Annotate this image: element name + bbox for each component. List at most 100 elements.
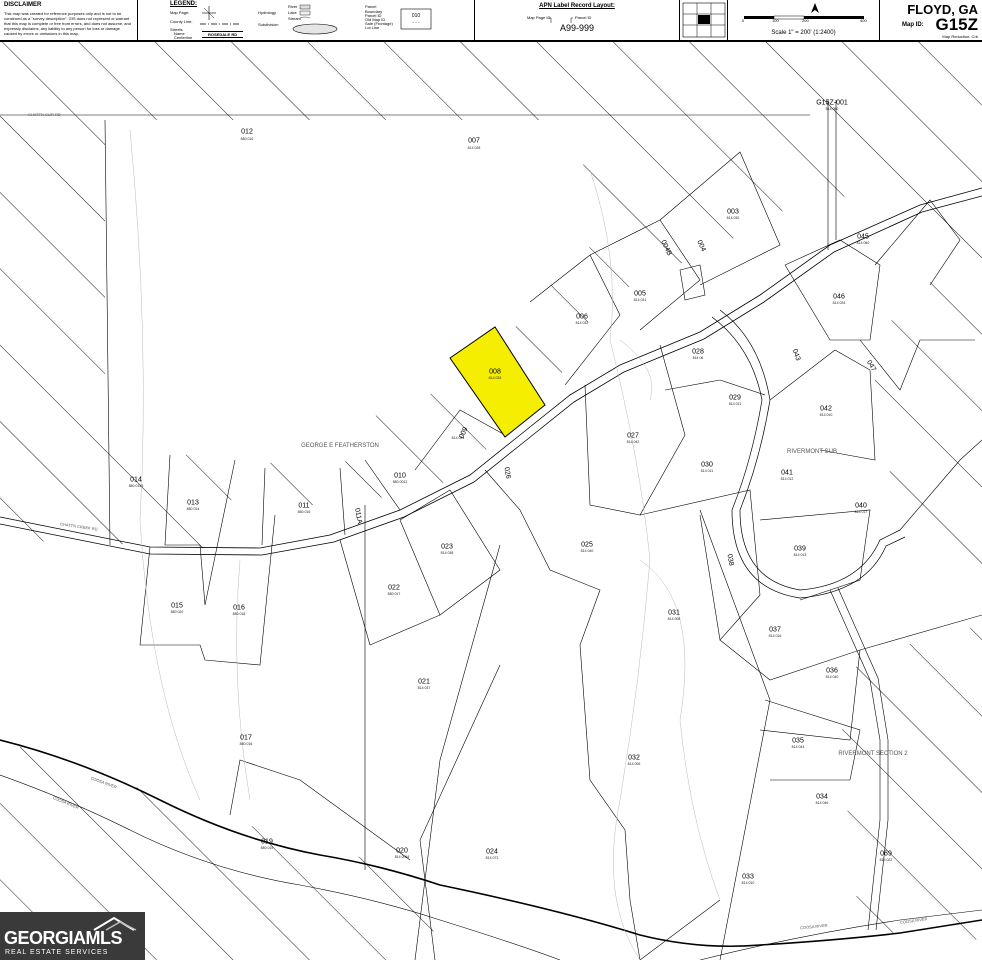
- subdivision-label: Subdivision: [258, 22, 279, 27]
- parcel-sublabel: 814 040: [580, 549, 594, 553]
- parcel-sublabel: 814 080: [825, 107, 839, 111]
- parcel-sublabel: 814 011: [700, 469, 714, 473]
- legend-title: LEGEND:: [170, 1, 197, 7]
- legend-street-sample: ROSEDALE RD: [202, 31, 244, 38]
- map-id-box: FLOYD, GA Map ID: G15Z Map Reduction: Cr…: [880, 0, 982, 40]
- hydrology-label: Hydrology: [258, 10, 277, 15]
- parcel-sublabel: 814 016: [768, 634, 782, 638]
- parcel-label-selected[interactable]: 008: [489, 369, 501, 376]
- map-reduction: Map Reduction: Crb: [942, 34, 978, 39]
- parcel-label[interactable]: 036: [826, 668, 838, 675]
- parcel-sublabel: 814 028: [467, 146, 481, 150]
- parcel-sublabel: 814 0054: [394, 855, 410, 859]
- parcel-label[interactable]: 006: [576, 314, 588, 321]
- parcel-label[interactable]: 033: [742, 874, 754, 881]
- parcel-sublabel: 814 038: [440, 551, 454, 555]
- parcel-sublabel: 814 046: [815, 801, 829, 805]
- parcel-label[interactable]: 028: [692, 349, 704, 356]
- parcel-sublabel: 880 014: [186, 507, 200, 511]
- parcel-sublabel: 880 0012: [392, 480, 408, 484]
- parcel-label[interactable]: 007: [468, 138, 480, 145]
- parcel-sublabel: 814 012: [780, 477, 794, 481]
- parcel-sublabel: 814 060: [856, 241, 870, 245]
- parcel-label[interactable]: 022: [388, 585, 400, 592]
- parcel-label[interactable]: 013: [187, 500, 199, 507]
- parcel-label[interactable]: 046: [833, 294, 845, 301]
- parcel-label[interactable]: 042: [820, 406, 832, 413]
- map-header: DISCLAIMER This map was created for refe…: [0, 0, 982, 42]
- parcel-label[interactable]: 014: [130, 477, 142, 484]
- parcel-area: [105, 120, 365, 465]
- legend-county-line: County Line:: [170, 19, 193, 24]
- scale-box: 0 100 200 400 Scale 1" = 200' (1:2400): [728, 0, 880, 40]
- scale-tick-400: 400: [860, 18, 867, 23]
- parcel-sublabel: 814 031: [633, 298, 647, 302]
- area-label: RIVERMONT SECTION 2: [838, 751, 908, 757]
- parcel-label[interactable]: 034: [816, 794, 828, 801]
- hydrology-lake: Lake: [288, 10, 297, 15]
- parcel-label[interactable]: 005: [634, 291, 646, 298]
- parcel-label[interactable]: 017: [240, 735, 252, 742]
- parcel-map-canvas: [0, 40, 982, 960]
- parcel-label[interactable]: 040: [855, 503, 867, 510]
- parcel-sublabel: 880 019: [260, 846, 274, 850]
- parcel-sublabel: 814 010: [741, 881, 755, 885]
- legend-box: LEGEND: Map Page: County Line: Streets N…: [138, 0, 475, 40]
- disclaimer-title: DISCLAIMER: [4, 2, 42, 8]
- index-grid-icon: [682, 2, 726, 38]
- parcel-sublabel: 880 0145: [128, 484, 144, 488]
- parcel-label[interactable]: 045: [857, 234, 869, 241]
- parcel-sublabel: 814 022: [879, 858, 893, 862]
- parcel-label[interactable]: 031: [668, 610, 680, 617]
- parcel-sublabel: 814 032: [575, 321, 589, 325]
- disclaimer-box: DISCLAIMER This map was created for refe…: [0, 0, 138, 40]
- apn-layout-box: APN Label Record Layout: Map Page ID Par…: [475, 0, 680, 40]
- subdivision-symbol-icon: [292, 23, 338, 35]
- parcel-label[interactable]: 015: [171, 603, 183, 610]
- scale-tick-100: 100: [772, 18, 779, 23]
- parcel-label[interactable]: 035: [792, 738, 804, 745]
- parcel-label[interactable]: 027: [627, 433, 639, 440]
- parcel-label[interactable]: 039: [794, 546, 806, 553]
- disclaimer-text: This map was created for reference purpo…: [4, 11, 131, 36]
- svg-text:010: 010: [412, 13, 421, 19]
- parcel-sublabel: 814 030: [726, 216, 740, 220]
- area-label: RIVERMONT SUB: [787, 449, 837, 455]
- county-line-symbol-icon: [200, 23, 240, 25]
- parcel-sublabel: 814 024: [832, 301, 846, 305]
- parcel-sublabel: 880 016: [297, 510, 311, 514]
- parcel-label[interactable]: 029: [729, 395, 741, 402]
- parcel-label[interactable]: 010: [394, 473, 406, 480]
- parcel-label[interactable]: 012: [241, 129, 253, 136]
- parcel-sublabel: 814 008: [667, 617, 681, 621]
- parcel-label[interactable]: 025: [581, 542, 593, 549]
- parcel-label[interactable]: 021: [418, 679, 430, 686]
- parcel-label[interactable]: 020: [396, 848, 408, 855]
- parcel-label[interactable]: 019: [261, 839, 273, 846]
- parcel-label[interactable]: 023: [441, 544, 453, 551]
- map-id: G15Z: [935, 15, 978, 34]
- parcel-label[interactable]: G15Z-001: [816, 100, 848, 107]
- parcel-label[interactable]: 016: [233, 605, 245, 612]
- parcel-label[interactable]: 069: [880, 851, 892, 858]
- parcel-label[interactable]: 003: [727, 209, 739, 216]
- map-page-symbol-icon: [202, 6, 216, 20]
- parcel-label[interactable]: 041: [781, 470, 793, 477]
- parcel-label[interactable]: 037: [769, 627, 781, 634]
- parcel-label[interactable]: 024: [486, 849, 498, 856]
- parcel-sublabel: 880 016: [239, 742, 253, 746]
- map-id-label: Map ID:: [902, 22, 924, 28]
- logo-tagline: REAL ESTATE SERVICES: [5, 949, 109, 956]
- parcel-label[interactable]: 030: [701, 462, 713, 469]
- parcel-label[interactable]: 011: [298, 503, 309, 510]
- parcel-sublabel: 814 033: [488, 376, 502, 380]
- parcel-sublabel: 814 042: [626, 440, 640, 444]
- svg-text:~ ~ ~: ~ ~ ~: [413, 20, 420, 24]
- hydrology-river: River: [288, 4, 298, 9]
- area-label: GEORGE E FEATHERSTON: [301, 443, 379, 449]
- parcel-sublabel: 880 018: [232, 612, 246, 616]
- parcel-sublabel: 880 020: [170, 610, 184, 614]
- legend-map-page: Map Page:: [170, 10, 190, 15]
- parcel-sublabel: 814 006: [627, 762, 641, 766]
- parcel-label[interactable]: 032: [628, 755, 640, 762]
